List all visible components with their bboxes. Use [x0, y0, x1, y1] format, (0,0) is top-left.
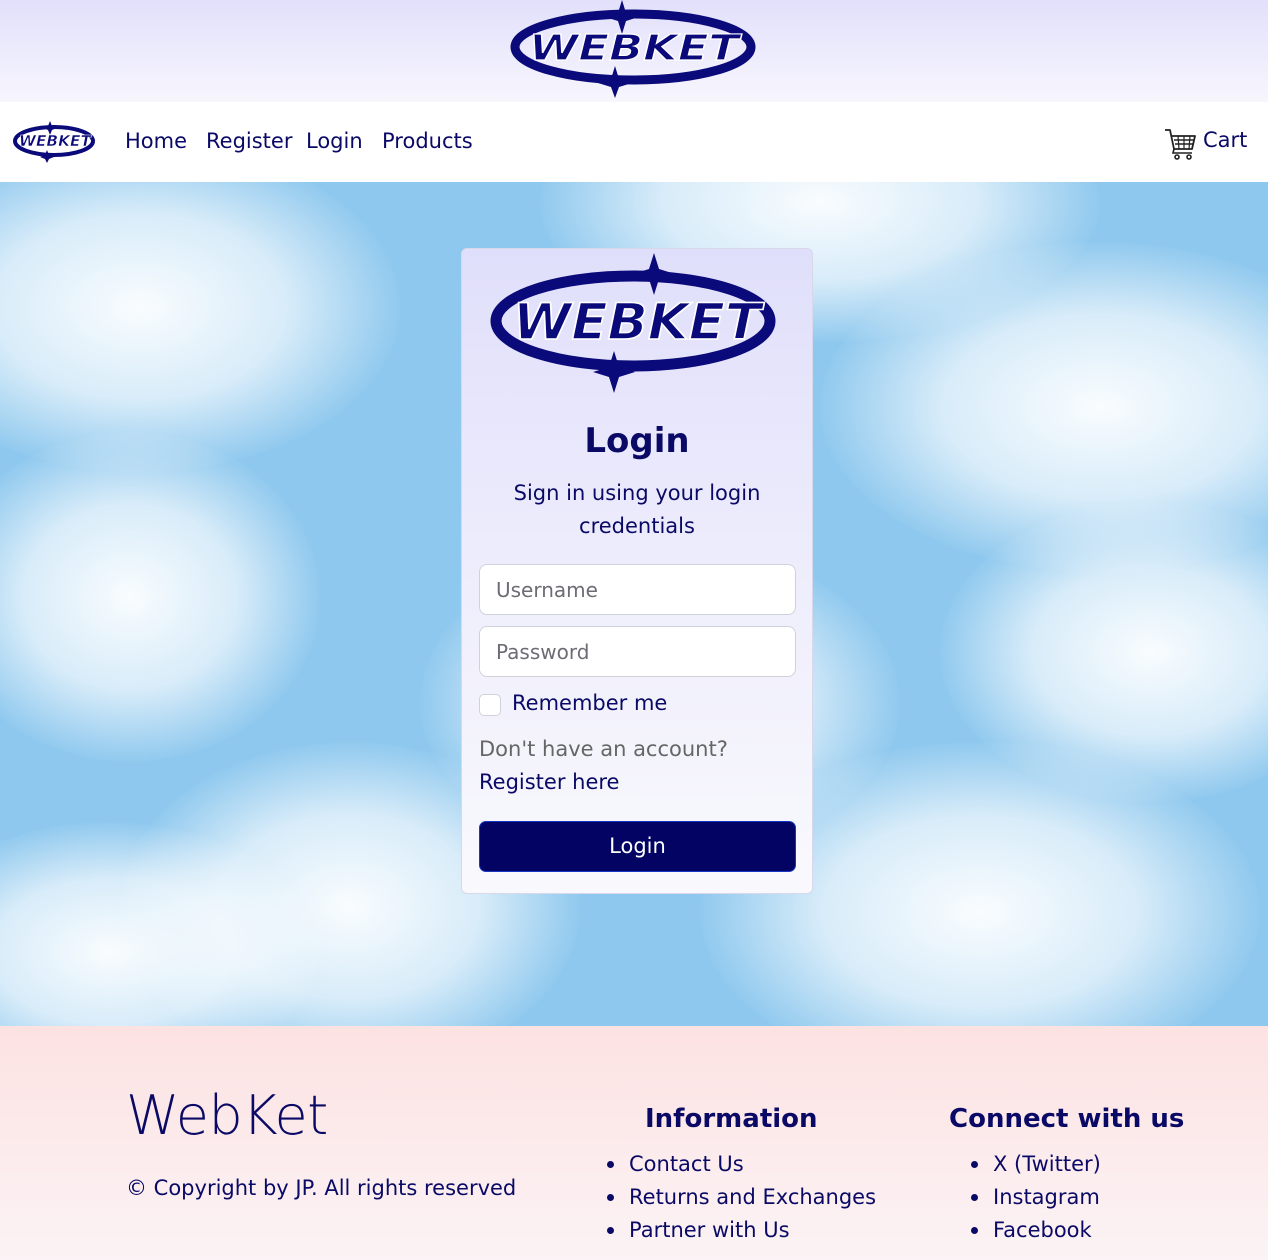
- login-button[interactable]: Login: [479, 821, 796, 872]
- login-subtitle: Sign in using your login credentials: [513, 481, 761, 538]
- footer-link-partner[interactable]: Partner with Us: [607, 1214, 876, 1247]
- cart-label: Cart: [1203, 128, 1248, 152]
- password-input[interactable]: [479, 626, 796, 677]
- navbar-logo-text: WEBKET: [19, 132, 93, 150]
- nav-login-link[interactable]: Login: [306, 129, 363, 153]
- login-card: WEBKET Login Sign in using your login cr…: [461, 248, 813, 894]
- cart-icon: [1165, 129, 1196, 160]
- footer-link-twitter[interactable]: X (Twitter): [971, 1148, 1101, 1181]
- copyright-text: © Copyright by JP. All rights reserved: [126, 1176, 517, 1200]
- connect-list: X (Twitter) Instagram Facebook: [971, 1148, 1101, 1247]
- information-list: Contact Us Returns and Exchanges Partner…: [607, 1148, 876, 1247]
- register-here-link[interactable]: Register here: [479, 770, 619, 794]
- footer-link-facebook[interactable]: Facebook: [971, 1214, 1101, 1247]
- card-logo-text: WEBKET: [513, 293, 765, 351]
- footer-link-returns[interactable]: Returns and Exchanges: [607, 1181, 876, 1214]
- footer-link-contact-us[interactable]: Contact Us: [607, 1148, 876, 1181]
- login-title: Login: [584, 421, 690, 461]
- top-banner: WEBKET: [0, 0, 1268, 102]
- username-input[interactable]: [479, 564, 796, 615]
- nav-register-link[interactable]: Register: [206, 129, 292, 153]
- navbar-logo[interactable]: WEBKET: [12, 120, 98, 164]
- nav-home-link[interactable]: Home: [125, 129, 187, 153]
- footer: WebKet © Copyright by JP. All rights res…: [0, 1026, 1268, 1260]
- nav-products-link[interactable]: Products: [382, 129, 473, 153]
- banner-logo[interactable]: WEBKET: [509, 0, 759, 98]
- register-prompt: Don't have an account? Register here: [479, 733, 799, 799]
- cart-button[interactable]: Cart: [1163, 126, 1258, 162]
- footer-link-instagram[interactable]: Instagram: [971, 1181, 1101, 1214]
- connect-title: Connect with us: [949, 1104, 1185, 1134]
- navbar: WEBKET Home Register Login Products Cart: [0, 102, 1268, 182]
- checkbox-box[interactable]: [479, 694, 501, 716]
- remember-me-label: Remember me: [512, 691, 668, 715]
- banner-logo-text: WEBKET: [529, 28, 742, 69]
- no-account-text: Don't have an account?: [479, 737, 728, 761]
- card-logo: WEBKET: [489, 253, 781, 393]
- footer-brand: WebKet: [126, 1084, 328, 1147]
- information-title: Information: [645, 1104, 818, 1134]
